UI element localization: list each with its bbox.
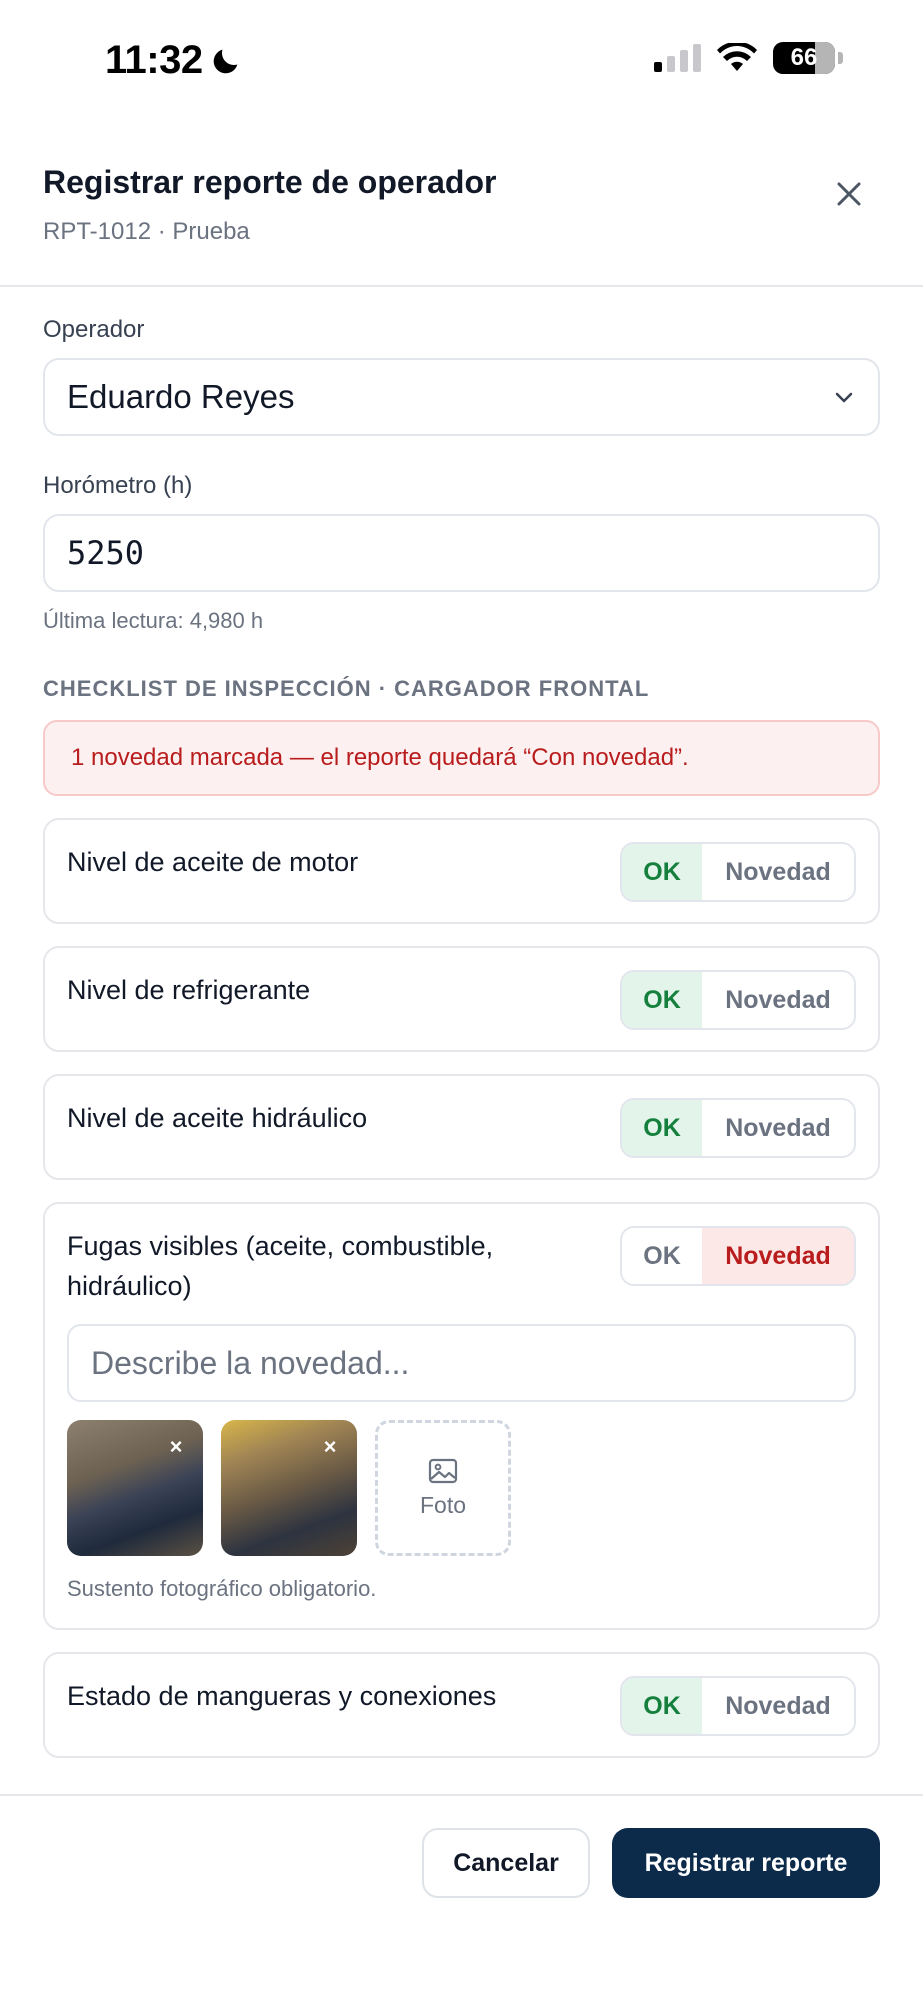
chevron-down-icon — [835, 392, 853, 403]
close-icon — [837, 182, 861, 206]
status-toggle: OK Novedad — [620, 1226, 856, 1286]
status-time-group: 11:32 — [105, 38, 243, 83]
hourmeter-label: Horómetro (h) — [43, 472, 193, 499]
status-bar: 11:32 66 — [0, 0, 923, 120]
wifi-icon — [717, 43, 757, 71]
issue-option[interactable]: Novedad — [702, 1228, 854, 1284]
status-toggle: OK Novedad — [620, 1676, 856, 1736]
hourmeter-hint: Última lectura: 4,980 h — [43, 608, 264, 633]
battery-level: 66 — [790, 44, 818, 71]
hourmeter-input[interactable]: 5250 — [43, 514, 880, 592]
checklist-item-label: Nivel de refrigerante — [67, 975, 311, 1005]
checklist-item: Nivel de aceite de motor OK Novedad — [43, 818, 880, 924]
issue-alert: 1 novedad marcada — el reporte quedará “… — [43, 720, 880, 796]
checklist-item-label: Fugas visibles (aceite, combustible, hid… — [67, 1231, 494, 1301]
close-button[interactable] — [829, 174, 869, 214]
ok-option[interactable]: OK — [622, 1100, 702, 1156]
checklist-item: Nivel de refrigerante OK Novedad — [43, 946, 880, 1052]
status-toggle: OK Novedad — [620, 1098, 856, 1158]
photo-thumbnail[interactable]: × — [221, 1420, 357, 1556]
operator-label: Operador — [43, 316, 145, 343]
checklist-item-label: Nivel de aceite hidráulico — [67, 1103, 368, 1133]
ok-option[interactable]: OK — [622, 1678, 702, 1734]
checklist-item: Estado de mangueras y conexiones OK Nove… — [43, 1652, 880, 1758]
photo-thumbnail[interactable]: × — [67, 1420, 203, 1556]
add-photo-button[interactable]: Foto — [375, 1420, 511, 1556]
modal-subtitle: RPT-1012 · Prueba — [43, 218, 250, 245]
issue-option[interactable]: Novedad — [702, 1100, 854, 1156]
photo-list: × × Foto — [45, 1402, 878, 1556]
issue-description-placeholder: Describe la novedad... — [91, 1344, 410, 1381]
battery-icon: 66 — [773, 42, 835, 74]
image-icon — [428, 1458, 458, 1483]
checklist-item-label: Nivel de aceite de motor — [67, 847, 359, 877]
photo-hint: Sustento fotográfico obligatorio. — [67, 1576, 377, 1601]
issue-description-input[interactable]: Describe la novedad... — [67, 1324, 856, 1402]
status-toggle: OK Novedad — [620, 842, 856, 902]
remove-photo-button[interactable]: × — [163, 1434, 189, 1460]
modal-header: Registrar reporte de operador RPT-1012 ·… — [0, 150, 923, 287]
ok-option[interactable]: OK — [622, 972, 702, 1028]
cancel-button[interactable]: Cancelar — [422, 1828, 590, 1898]
checklist-title: CHECKLIST DE INSPECCIÓN · CARGADOR FRONT… — [43, 676, 650, 701]
submit-report-button[interactable]: Registrar reporte — [612, 1828, 880, 1898]
report-form: Operador Eduardo Reyes Horómetro (h) 525… — [43, 300, 880, 1758]
status-time: 11:32 — [105, 38, 203, 82]
issue-option[interactable]: Novedad — [702, 844, 854, 900]
battery-tip — [838, 52, 843, 64]
ok-option[interactable]: OK — [622, 844, 702, 900]
operator-select[interactable]: Eduardo Reyes — [43, 358, 880, 436]
cellular-signal-icon — [654, 44, 701, 72]
moon-icon — [213, 49, 237, 73]
add-photo-label: Foto — [419, 1491, 467, 1518]
modal-footer: Cancelar Registrar reporte — [0, 1794, 923, 2000]
issue-option[interactable]: Novedad — [702, 1678, 854, 1734]
status-icons: 66 — [654, 42, 843, 74]
checklist-item: Nivel de aceite hidráulico OK Novedad — [43, 1074, 880, 1180]
modal-title: Registrar reporte de operador — [43, 164, 497, 200]
status-toggle: OK Novedad — [620, 970, 856, 1030]
ok-option[interactable]: OK — [622, 1228, 702, 1284]
checklist-item-issue: Fugas visibles (aceite, combustible, hid… — [43, 1202, 880, 1630]
issue-option[interactable]: Novedad — [702, 972, 854, 1028]
operator-value: Eduardo Reyes — [67, 378, 295, 415]
remove-photo-button[interactable]: × — [317, 1434, 343, 1460]
checklist-item-label: Estado de mangueras y conexiones — [67, 1681, 497, 1711]
hourmeter-value: 5250 — [67, 534, 145, 572]
